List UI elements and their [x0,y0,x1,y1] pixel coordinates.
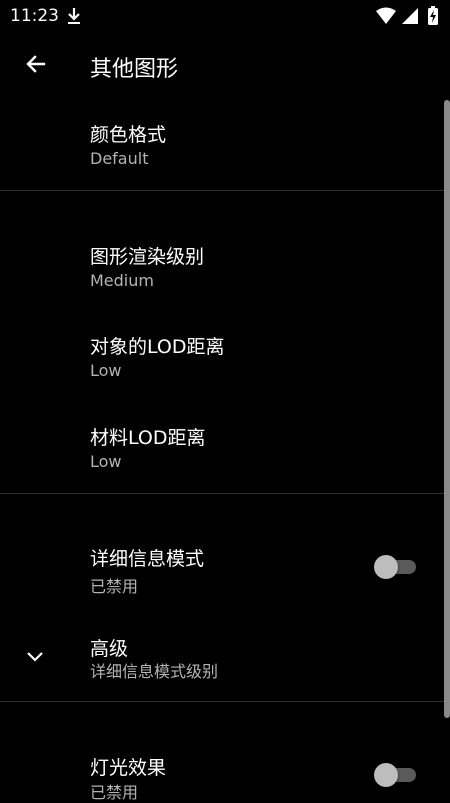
pref-title: 材料LOD距离 [90,427,206,449]
pref-title: 高级 [90,638,129,660]
detail-mode-switch[interactable] [374,555,418,579]
status-bar: 11:23 [0,0,450,32]
pref-title: 详细信息模式 [90,548,205,570]
pref-title: 灯光效果 [90,757,167,779]
pref-material-lod[interactable]: 材料LOD距离 Low [0,411,444,491]
pref-object-lod[interactable]: 对象的LOD距离 Low [0,320,444,400]
pref-render-level[interactable]: 图形渲染级别 Medium [0,230,444,310]
pref-title: 图形渲染级别 [90,246,205,268]
divider [0,701,444,702]
pref-summary: Medium [90,271,154,290]
scrollbar[interactable] [444,100,450,718]
pref-lighting[interactable]: 灯光效果 已禁用 [0,741,444,802]
signal-icon [402,8,418,24]
chevron-down-icon [27,652,43,662]
arrow-back-icon [26,55,46,73]
app-bar: 其他图形 [0,32,450,100]
download-icon [68,8,80,24]
pref-summary: 详细信息模式级别 [90,662,219,681]
pref-summary: Default [90,149,149,168]
back-button[interactable] [16,44,56,84]
divider [0,493,444,494]
status-icons [376,6,438,25]
battery-icon [428,6,438,25]
page-title: 其他图形 [90,57,179,82]
pref-summary: Low [90,452,122,471]
wifi-icon [376,7,396,24]
pref-color-format[interactable]: 颜色格式 Default [0,108,444,188]
divider [0,190,444,191]
pref-title: 颜色格式 [90,124,167,146]
pref-summary: 已禁用 [90,577,139,596]
pref-summary: Low [90,361,122,380]
status-time: 11:23 [10,6,59,26]
pref-summary: 已禁用 [90,783,139,802]
switch-thumb [374,763,398,787]
switch-thumb [374,555,398,579]
lighting-switch[interactable] [374,763,418,787]
pref-title: 对象的LOD距离 [90,336,225,358]
pref-detail-mode[interactable]: 详细信息模式 已禁用 [0,532,444,612]
pref-advanced[interactable]: 高级 详细信息模式级别 [0,622,444,692]
